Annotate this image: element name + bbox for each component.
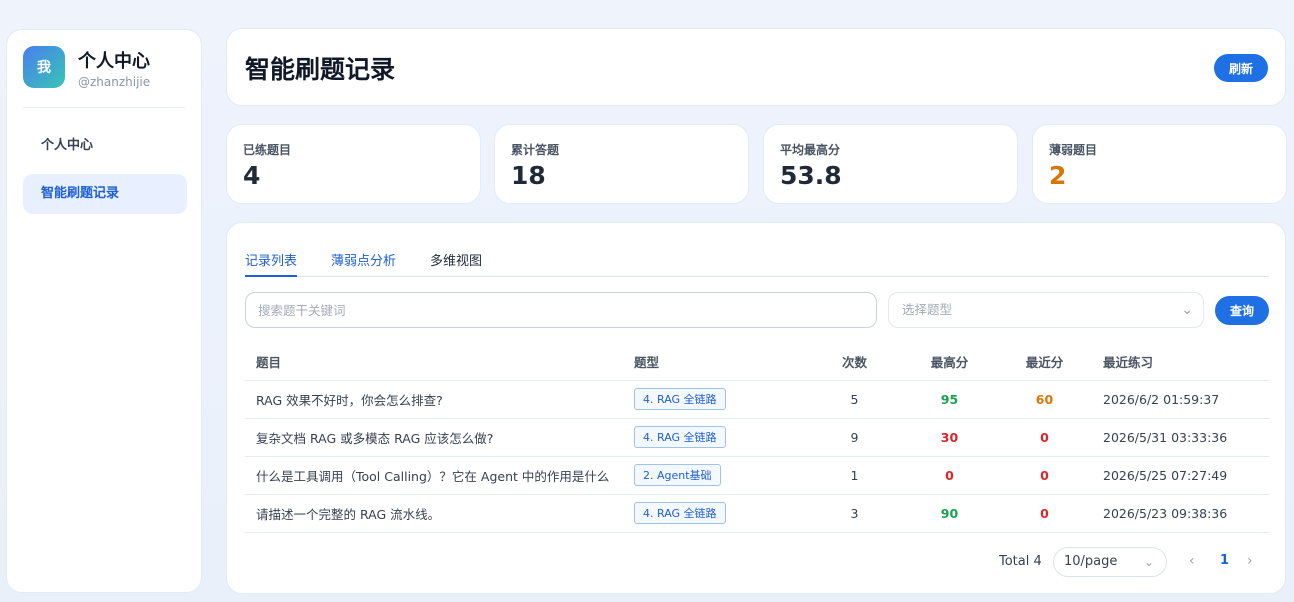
refresh-button[interactable]: 刷新	[1214, 54, 1268, 82]
column-header-count[interactable]: 次数	[807, 343, 902, 381]
row-count: 5	[807, 380, 902, 419]
stat-card-practiced: 已练题目 4	[226, 124, 481, 204]
page-number[interactable]: 1	[1220, 553, 1229, 568]
search-input[interactable]	[245, 292, 877, 328]
column-header-type[interactable]: 题型	[623, 343, 807, 381]
stat-value: 53.8	[780, 161, 842, 190]
column-header-last-practice[interactable]: 最近练习	[1092, 343, 1269, 381]
tab-bar: 记录列表 薄弱点分析 多维视图	[245, 249, 1269, 277]
type-tag: 4. RAG 全链路	[634, 426, 726, 448]
stat-label: 已练题目	[243, 143, 292, 157]
records-table: 题目 题型 次数 最高分 最近分 最近练习 RAG 效果不好时，你会怎么排查? …	[245, 343, 1269, 533]
stat-label: 平均最高分	[780, 143, 841, 157]
row-recent-score: 0	[997, 456, 1092, 495]
row-count: 1	[807, 456, 902, 495]
query-button[interactable]: 查询	[1215, 296, 1269, 325]
row-best-score: 0	[902, 456, 997, 495]
row-best-score: 30	[902, 418, 997, 457]
tab-multi-view[interactable]: 多维视图	[430, 250, 482, 277]
sidebar: 我 个人中心 @zhanzhijie 个人中心 智能刷题记录	[6, 29, 202, 593]
chevron-down-icon: ⌄	[1181, 302, 1193, 318]
row-title[interactable]: 请描述一个完整的 RAG 流水线。	[245, 494, 623, 533]
row-best-score: 90	[902, 494, 997, 533]
row-count: 3	[807, 494, 902, 533]
column-header-best-score[interactable]: 最高分	[902, 343, 997, 381]
table-row[interactable]: 复杂文档 RAG 或多模态 RAG 应该怎么做? 4. RAG 全链路 9 30…	[245, 418, 1269, 457]
page-header: 智能刷题记录 刷新	[226, 28, 1286, 106]
pagination-total: Total 4	[999, 554, 1042, 569]
prev-page-icon[interactable]: ‹	[1189, 553, 1195, 569]
row-recent-score: 60	[997, 380, 1092, 419]
page-title: 智能刷题记录	[245, 55, 396, 84]
page-size-select[interactable]: 10/page ⌄	[1053, 547, 1167, 577]
stat-card-average-best: 平均最高分 53.8	[763, 124, 1018, 204]
column-header-title[interactable]: 题目	[245, 343, 623, 381]
row-date: 2026/5/25 07:27:49	[1092, 456, 1269, 495]
stat-value: 4	[243, 161, 261, 190]
tab-weakness-analysis[interactable]: 薄弱点分析	[331, 250, 396, 277]
type-select[interactable]: 选择题型 ⌄	[888, 292, 1204, 328]
row-date: 2026/5/23 09:38:36	[1092, 494, 1269, 533]
row-recent-score: 0	[997, 418, 1092, 457]
table-row[interactable]: RAG 效果不好时，你会怎么排查? 4. RAG 全链路 5 95 60 202…	[245, 380, 1269, 419]
table-header-row: 题目 题型 次数 最高分 最近分 最近练习	[245, 343, 1269, 381]
sidebar-item-profile[interactable]: 个人中心	[23, 126, 187, 166]
stat-label: 累计答题	[511, 143, 560, 157]
row-date: 2026/6/2 01:59:37	[1092, 380, 1269, 419]
row-recent-score: 0	[997, 494, 1092, 533]
row-title[interactable]: RAG 效果不好时，你会怎么排查?	[245, 380, 623, 419]
row-count: 9	[807, 418, 902, 457]
table-row[interactable]: 什么是工具调用（Tool Calling）？它在 Agent 中的作用是什么 2…	[245, 456, 1269, 495]
stat-value: 2	[1049, 161, 1067, 190]
page-size-value: 10/page	[1064, 554, 1118, 569]
row-date: 2026/5/31 03:33:36	[1092, 418, 1269, 457]
stat-label: 薄弱题目	[1049, 143, 1098, 157]
next-page-icon[interactable]: ›	[1247, 553, 1253, 569]
row-title[interactable]: 什么是工具调用（Tool Calling）？它在 Agent 中的作用是什么	[245, 456, 623, 495]
tab-record-list[interactable]: 记录列表	[245, 250, 298, 277]
type-tag: 2. Agent基础	[634, 464, 721, 486]
profile-header: 我 个人中心 @zhanzhijie	[23, 46, 185, 108]
type-tag: 4. RAG 全链路	[634, 388, 726, 410]
table-row[interactable]: 请描述一个完整的 RAG 流水线。 4. RAG 全链路 3 90 0 2026…	[245, 494, 1269, 533]
row-best-score: 95	[902, 380, 997, 419]
type-tag: 4. RAG 全链路	[634, 502, 726, 524]
stat-card-weak: 薄弱题目 2	[1032, 124, 1287, 204]
sidebar-item-practice-records[interactable]: 智能刷题记录	[23, 174, 187, 214]
profile-name: 个人中心	[78, 51, 150, 72]
chevron-down-icon: ⌄	[1143, 555, 1154, 569]
stat-value: 18	[511, 161, 546, 190]
column-header-recent-score[interactable]: 最近分	[997, 343, 1092, 381]
records-panel: 记录列表 薄弱点分析 多维视图 选择题型 ⌄ 查询 题目 题型 次数 最高分 最…	[226, 222, 1286, 594]
row-title[interactable]: 复杂文档 RAG 或多模态 RAG 应该怎么做?	[245, 418, 623, 457]
stat-card-total-answers: 累计答题 18	[494, 124, 749, 204]
type-select-placeholder: 选择题型	[902, 302, 953, 317]
profile-handle: @zhanzhijie	[78, 75, 151, 89]
avatar[interactable]: 我	[23, 46, 65, 88]
